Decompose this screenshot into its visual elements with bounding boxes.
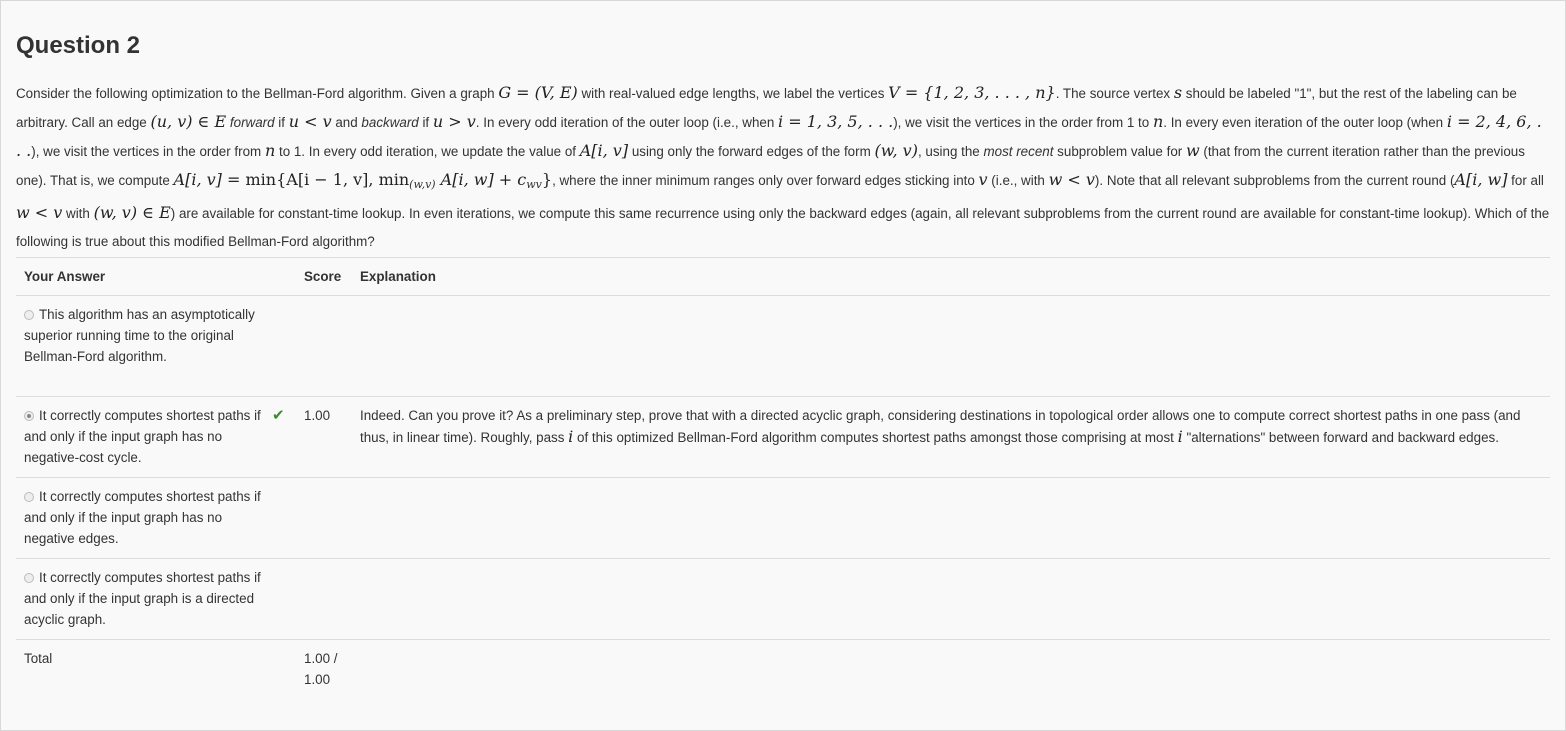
- answer-cell: This algorithm has an asymptotically sup…: [16, 295, 272, 397]
- math-expression: w < v: [1048, 170, 1095, 189]
- score-cell: [296, 558, 352, 640]
- question-title: Question 2: [16, 32, 141, 59]
- prompt-text: subproblem value for: [1053, 144, 1186, 159]
- result-cell: [272, 477, 296, 559]
- math-subscript: wv: [526, 178, 542, 191]
- math-expression: w: [1185, 141, 1200, 160]
- prompt-text: if: [274, 115, 289, 130]
- math-expression: A[i, w] + c: [435, 170, 527, 189]
- math-expression: s: [1173, 83, 1183, 102]
- prompt-text: , using the: [917, 144, 984, 159]
- prompt-text: . The source vertex: [1055, 86, 1174, 101]
- table-row: This algorithm has an asymptotically sup…: [16, 295, 1550, 397]
- prompt-text: , where the inner minimum ranges only ov…: [552, 173, 979, 188]
- total-score: 1.00 / 1.00: [296, 639, 352, 698]
- header-score: Score: [296, 257, 352, 296]
- table-row: It correctly computes shortest paths if …: [16, 558, 1550, 640]
- explanation-text: of this optimized Bellman-Ford algorithm…: [573, 430, 1178, 445]
- table-row: It correctly computes shortest paths if …: [16, 477, 1550, 559]
- prompt-text: ), we visit the vertices in the order fr…: [31, 144, 265, 159]
- prompt-text: ) are available for constant-time lookup…: [16, 206, 1550, 249]
- result-cell: [272, 558, 296, 640]
- radio-button[interactable]: [24, 492, 34, 502]
- table-header-row: Your Answer Score Explanation: [16, 257, 1550, 296]
- math-expression: i = 1, 3, 5, . . .: [778, 112, 894, 131]
- result-cell: [272, 295, 296, 397]
- prompt-text: . In every odd iteration of the outer lo…: [475, 115, 779, 130]
- math-expression: u > v: [432, 112, 476, 131]
- math-expression: (w, v): [874, 141, 918, 160]
- prompt-text: . In every even iteration of the outer l…: [1163, 115, 1447, 130]
- answer-cell: It correctly computes shortest paths if …: [16, 396, 272, 478]
- result-cell: [272, 639, 296, 698]
- answer-cell: It correctly computes shortest paths if …: [16, 558, 272, 640]
- math-expression: G = (V, E): [498, 83, 578, 102]
- answers-table: Your Answer Score Explanation This algor…: [16, 257, 1550, 698]
- math-expression: n: [1152, 112, 1164, 131]
- answer-text: It correctly computes shortest paths if …: [24, 489, 261, 546]
- prompt-text: ), we visit the vertices in the order fr…: [893, 115, 1153, 130]
- math-expression: (w, v) ∈ E: [93, 203, 171, 222]
- explanation-cell: [352, 295, 1550, 397]
- emphasis-text: backward: [361, 115, 419, 130]
- header-your-answer: Your Answer: [16, 257, 296, 296]
- score-cell: [296, 295, 352, 397]
- answer-cell: It correctly computes shortest paths if …: [16, 477, 272, 559]
- math-expression: (u, v) ∈ E: [150, 112, 227, 131]
- answer-text: It correctly computes shortest paths if …: [24, 408, 261, 465]
- emphasis-text: most recent: [983, 144, 1054, 159]
- math-expression: A[i, v] =: [173, 170, 246, 189]
- math-expression: v: [978, 170, 988, 189]
- math-expression: V = {1, 2, 3, . . . , n}: [888, 83, 1056, 102]
- prompt-text: with real-valued edge lengths, we label …: [577, 86, 889, 101]
- emphasis-text: forward: [229, 115, 275, 130]
- prompt-text: with: [62, 206, 94, 221]
- math-expression: A[i, v]: [579, 141, 629, 160]
- prompt-text: for all: [1507, 173, 1544, 188]
- explanation-text: "alternations" between forward and backw…: [1182, 430, 1499, 445]
- score-cell: [296, 477, 352, 559]
- question-prompt: Consider the following optimization to t…: [16, 79, 1550, 256]
- explanation-cell: [352, 639, 1550, 698]
- checkmark-icon: ✔: [272, 407, 285, 424]
- answer-text: It correctly computes shortest paths if …: [24, 570, 261, 627]
- math-expression: n: [264, 141, 276, 160]
- total-row: Total 1.00 / 1.00: [16, 639, 1550, 698]
- table-row: It correctly computes shortest paths if …: [16, 396, 1550, 478]
- prompt-text: to 1. In every odd iteration, we update …: [275, 144, 580, 159]
- answer-text: This algorithm has an asymptotically sup…: [24, 307, 255, 364]
- prompt-text: Consider the following optimization to t…: [16, 86, 499, 101]
- explanation-cell: [352, 558, 1550, 640]
- math-expression: w < v: [16, 203, 63, 222]
- math-subscript: (w,v): [409, 178, 436, 191]
- header-explanation: Explanation: [352, 257, 1550, 296]
- radio-button[interactable]: [24, 310, 34, 320]
- prompt-text: using only the forward edges of the form: [628, 144, 875, 159]
- prompt-text: if: [418, 115, 433, 130]
- prompt-text: and: [331, 115, 362, 130]
- prompt-text: ). Note that all relevant subproblems fr…: [1094, 173, 1455, 188]
- result-cell: ✔: [272, 396, 296, 478]
- score-cell: 1.00: [296, 396, 352, 478]
- radio-button[interactable]: [24, 573, 34, 583]
- math-expression: A[i, w]: [1454, 170, 1508, 189]
- prompt-text: (i.e., with: [987, 173, 1049, 188]
- explanation-cell: [352, 477, 1550, 559]
- total-label: Total: [16, 639, 272, 698]
- explanation-cell: Indeed. Can you prove it? As a prelimina…: [352, 396, 1550, 478]
- math-expression: u < v: [288, 112, 332, 131]
- radio-button-selected[interactable]: [24, 411, 34, 421]
- math-expression: min{A[i − 1, v], min: [245, 170, 410, 189]
- math-expression: }: [541, 170, 553, 189]
